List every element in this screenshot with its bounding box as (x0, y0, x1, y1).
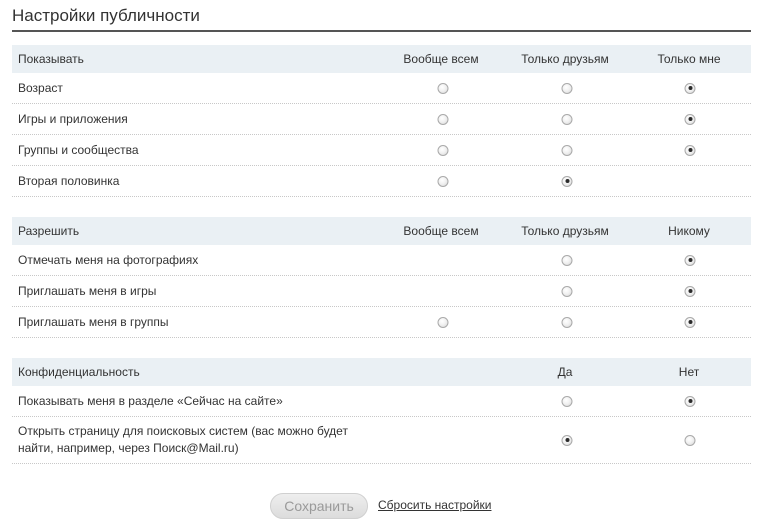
privacy-settings-section: Конфиденциальность Да Нет Показывать мен… (12, 358, 751, 464)
column-friends-only: Только друзьям (521, 52, 609, 66)
setting-row-age: Возраст (12, 73, 751, 104)
setting-label: Отмечать меня на фотографиях (18, 252, 199, 267)
setting-label: Приглашать меня в игры (18, 283, 157, 298)
title-divider (12, 30, 751, 32)
radio-everyone[interactable] (437, 175, 449, 187)
save-button[interactable]: Сохранить (270, 493, 368, 519)
setting-row-photo-tags: Отмечать меня на фотографиях (12, 245, 751, 276)
radio-nobody[interactable] (684, 316, 696, 328)
radio-only-me[interactable] (684, 82, 696, 94)
setting-row-group-invites: Приглашать меня в группы (12, 307, 751, 338)
allow-header-row: Разрешить Вообще всем Только друзьям Ник… (12, 217, 751, 245)
radio-only-me[interactable] (684, 113, 696, 125)
show-header-label: Показывать (18, 51, 84, 66)
setting-row-partner: Вторая половинка (12, 166, 751, 197)
radio-everyone[interactable] (437, 144, 449, 156)
column-nobody: Никому (668, 224, 710, 238)
setting-label: Игры и приложения (18, 111, 128, 126)
setting-row-online-now: Показывать меня в разделе «Сейчас на сай… (12, 386, 751, 417)
radio-friends-only[interactable] (561, 175, 573, 187)
radio-friends-only[interactable] (561, 113, 573, 125)
show-settings-section: Показывать Вообще всем Только друзьям То… (12, 45, 751, 197)
column-yes: Да (557, 365, 573, 379)
radio-friends-only[interactable] (561, 82, 573, 94)
radio-everyone[interactable] (437, 82, 449, 94)
show-header-row: Показывать Вообще всем Только друзьям То… (12, 45, 751, 73)
radio-no[interactable] (684, 395, 696, 407)
column-only-me: Только мне (657, 52, 721, 66)
radio-nobody[interactable] (684, 254, 696, 266)
radio-yes[interactable] (561, 434, 573, 446)
privacy-header-label: Конфиденциальность (18, 364, 140, 379)
radio-everyone[interactable] (437, 113, 449, 125)
setting-label: Группы и сообщества (18, 142, 139, 157)
radio-friends-only[interactable] (561, 144, 573, 156)
allow-settings-section: Разрешить Вообще всем Только друзьям Ник… (12, 217, 751, 338)
setting-label: Вторая половинка (18, 173, 120, 188)
setting-label: Открыть страницу для поисковых систем (в… (18, 424, 348, 455)
radio-no[interactable] (684, 434, 696, 446)
page-title: Настройки публичности (12, 6, 200, 25)
radio-only-me[interactable] (684, 144, 696, 156)
setting-label: Приглашать меня в группы (18, 314, 169, 329)
allow-header-label: Разрешить (18, 223, 80, 238)
setting-row-games-apps: Игры и приложения (12, 104, 751, 135)
radio-friends-only[interactable] (561, 254, 573, 266)
setting-row-search-engines: Открыть страницу для поисковых систем (в… (12, 417, 751, 464)
radio-nobody[interactable] (684, 285, 696, 297)
setting-row-game-invites: Приглашать меня в игры (12, 276, 751, 307)
radio-friends-only[interactable] (561, 285, 573, 297)
setting-label: Показывать меня в разделе «Сейчас на сай… (18, 393, 283, 408)
reset-settings-link[interactable]: Сбросить настройки (378, 498, 491, 512)
column-no: Нет (678, 365, 700, 379)
column-everyone: Вообще всем (403, 224, 479, 238)
radio-yes[interactable] (561, 395, 573, 407)
privacy-header-row: Конфиденциальность Да Нет (12, 358, 751, 386)
column-friends-only: Только друзьям (521, 224, 609, 238)
setting-label: Возраст (18, 80, 63, 95)
setting-row-groups: Группы и сообщества (12, 135, 751, 166)
column-everyone: Вообще всем (403, 52, 479, 66)
radio-everyone[interactable] (437, 316, 449, 328)
radio-friends-only[interactable] (561, 316, 573, 328)
